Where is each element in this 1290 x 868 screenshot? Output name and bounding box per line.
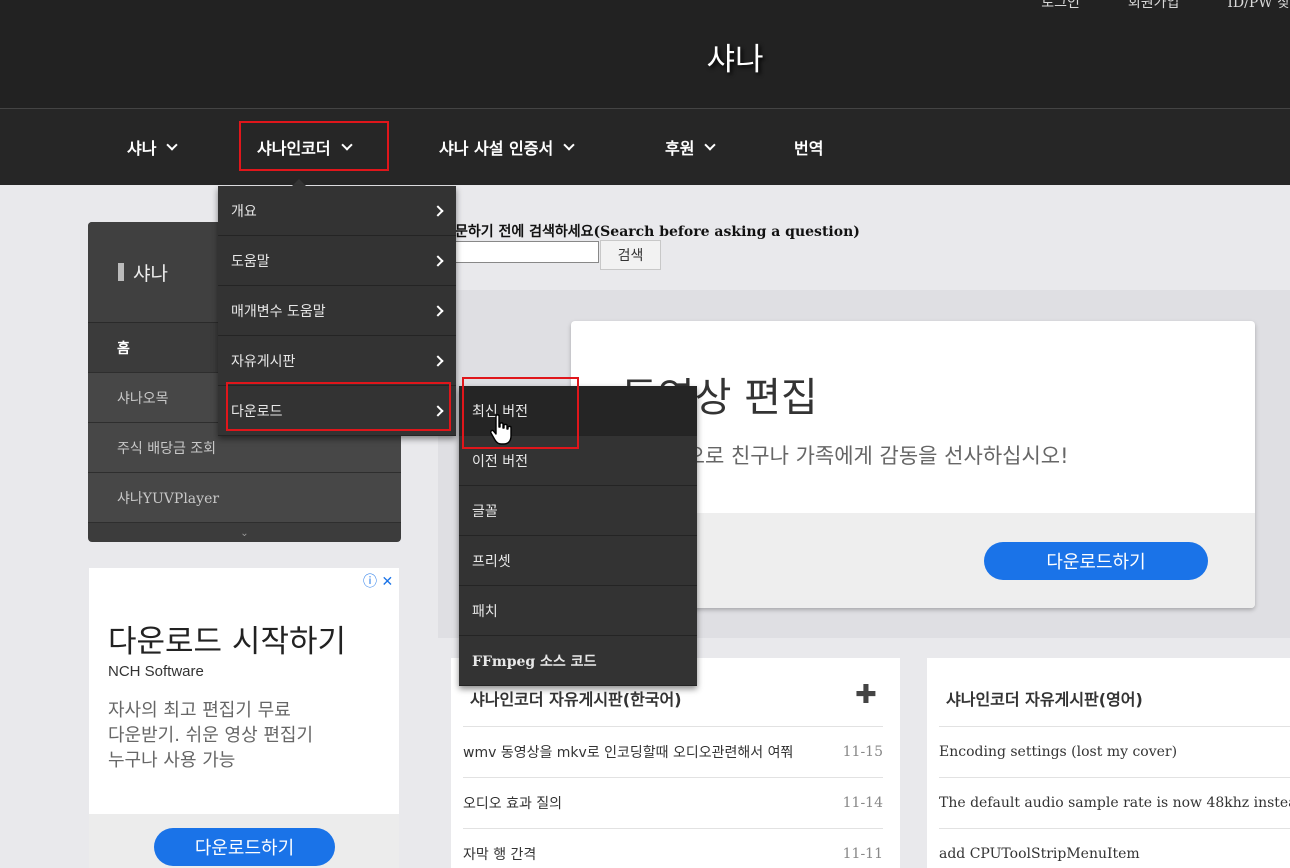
board-row-title: 오디오 효과 질의 xyxy=(463,796,563,812)
ad-body-line: 다운받기. 쉬운 영상 편집기 xyxy=(108,725,314,746)
nav-item-shana-encoder[interactable]: 샤나인코더 xyxy=(257,135,353,159)
board-korean: 샤나인코더 자유게시판(한국어) ✚ wmv 동영상을 mkv로 인코딩할때 오… xyxy=(451,658,900,868)
menu-item-overview[interactable]: 개요 xyxy=(218,186,456,236)
nav-item-private-cert[interactable]: 샤나 사설 인증서 xyxy=(439,135,575,159)
board-row-date: 11-14 xyxy=(842,795,883,811)
ad-company: NCH Software xyxy=(108,663,204,680)
search-input[interactable] xyxy=(455,241,599,263)
search-label: 문하기 전에 검색하세요(Search before asking a ques… xyxy=(455,224,860,240)
bar-icon xyxy=(118,263,124,281)
menu-item-fonts[interactable]: 글꼴 xyxy=(459,486,697,536)
hand-cursor-icon xyxy=(490,414,512,445)
nav-item-translate[interactable]: 번역 xyxy=(794,135,823,159)
chevron-right-icon xyxy=(432,354,444,367)
find-id-pw-link[interactable]: ID/PW 찾 xyxy=(1227,0,1290,12)
board-row-title: Encoding settings (lost my cover) xyxy=(939,744,1178,760)
site-title[interactable]: 샤나 xyxy=(0,34,1290,79)
dropdown-caret-icon xyxy=(292,179,306,186)
menu-item-label: 매개변수 도움말 xyxy=(231,303,326,320)
promo-download-button[interactable]: 다운로드하기 xyxy=(984,542,1208,580)
plus-icon[interactable]: ✚ xyxy=(855,680,877,710)
nav-label: 번역 xyxy=(794,139,824,158)
board-row-title: add CPUToolStripMenuItem xyxy=(939,846,1140,862)
menu-item-label: 자유게시판 xyxy=(231,353,296,370)
sidebar-title: 샤나 xyxy=(133,262,168,285)
ad-body-line: 누구나 사용 가능 xyxy=(108,750,236,771)
board-row[interactable]: The default audio sample rate is now 48k… xyxy=(939,777,1290,828)
chevron-right-icon xyxy=(432,304,444,317)
nav-label: 샤나 xyxy=(127,139,157,158)
board-row-date: 11-15 xyxy=(842,744,883,760)
board-english: 샤나인코더 자유게시판(영어) Encoding settings (lost … xyxy=(927,658,1290,868)
ad-title: 다운로드 시작하기 xyxy=(108,624,347,660)
menu-item-help[interactable]: 도움말 xyxy=(218,236,456,286)
nav-label: 샤나인코더 xyxy=(257,139,331,158)
board-row-title: 자막 행 간격 xyxy=(463,847,537,863)
nav-label: 샤나 사설 인증서 xyxy=(439,139,554,158)
board-row[interactable]: Encoding settings (lost my cover) xyxy=(939,726,1290,777)
menu-item-label: 도움말 xyxy=(231,253,270,270)
nav-item-shana[interactable]: 샤나 xyxy=(127,135,179,159)
menu-item-label: 개요 xyxy=(231,203,257,220)
chevron-right-icon xyxy=(432,204,444,217)
site-header: 로그인 회원가입 ID/PW 찾 샤나 xyxy=(0,0,1290,108)
search-button[interactable]: 검색 xyxy=(600,240,661,270)
chevron-right-icon xyxy=(432,254,444,267)
board-row[interactable]: wmv 동영상을 mkv로 인코딩할때 오디오관련해서 여쭤 11-15 xyxy=(463,726,883,777)
login-link[interactable]: 로그인 xyxy=(1041,0,1080,12)
ad-body: 자사의 최고 편집기 무료 다운받기. 쉬운 영상 편집기 누구나 사용 가능 xyxy=(108,698,313,773)
top-links: 로그인 회원가입 ID/PW 찾 xyxy=(1041,0,1290,12)
ad-banner[interactable]: ⓘ ✕ 다운로드 시작하기 NCH Software 자사의 최고 편집기 무료… xyxy=(89,568,399,868)
board-title[interactable]: 샤나인코더 자유게시판(영어) xyxy=(946,686,1143,710)
ad-download-button[interactable]: 다운로드하기 xyxy=(154,828,335,866)
highlight-box xyxy=(462,377,579,449)
signup-link[interactable]: 회원가입 xyxy=(1128,0,1180,12)
menu-item-free-board[interactable]: 자유게시판 xyxy=(218,336,456,386)
board-row-title: The default audio sample rate is now 48k… xyxy=(939,795,1290,811)
chevron-down-icon xyxy=(166,139,179,151)
menu-item-param-help[interactable]: 매개변수 도움말 xyxy=(218,286,456,336)
board-row[interactable]: 오디오 효과 질의 11-14 xyxy=(463,777,883,828)
menu-item-ffmpeg-source[interactable]: FFmpeg 소스 코드 xyxy=(459,636,697,686)
chevron-down-icon xyxy=(340,139,353,151)
main-navbar: 샤나 샤나인코더 샤나 사설 인증서 후원 번역 xyxy=(0,108,1290,186)
highlight-box xyxy=(226,382,451,431)
chevron-down-icon[interactable]: ⌄ xyxy=(88,523,401,542)
nav-item-sponsor[interactable]: 후원 xyxy=(665,135,717,159)
nav-label: 후원 xyxy=(665,139,695,158)
chevron-down-icon xyxy=(563,139,575,151)
sidebar-item-yuvplayer[interactable]: 샤나YUVPlayer xyxy=(88,473,401,523)
board-row[interactable]: 자막 행 간격 11-11 xyxy=(463,828,883,868)
menu-item-presets[interactable]: 프리셋 xyxy=(459,536,697,586)
board-title[interactable]: 샤나인코더 자유게시판(한국어) xyxy=(470,686,682,710)
menu-item-patch[interactable]: 패치 xyxy=(459,586,697,636)
chevron-down-icon xyxy=(704,139,717,151)
board-row-date: 11-11 xyxy=(842,846,883,862)
board-row-title: wmv 동영상을 mkv로 인코딩할때 오디오관련해서 여쭤 xyxy=(463,745,794,761)
ad-info-close-icon[interactable]: ⓘ ✕ xyxy=(363,571,393,591)
board-row[interactable]: add CPUToolStripMenuItem xyxy=(939,828,1290,868)
ad-body-line: 자사의 최고 편집기 무료 xyxy=(108,700,291,721)
